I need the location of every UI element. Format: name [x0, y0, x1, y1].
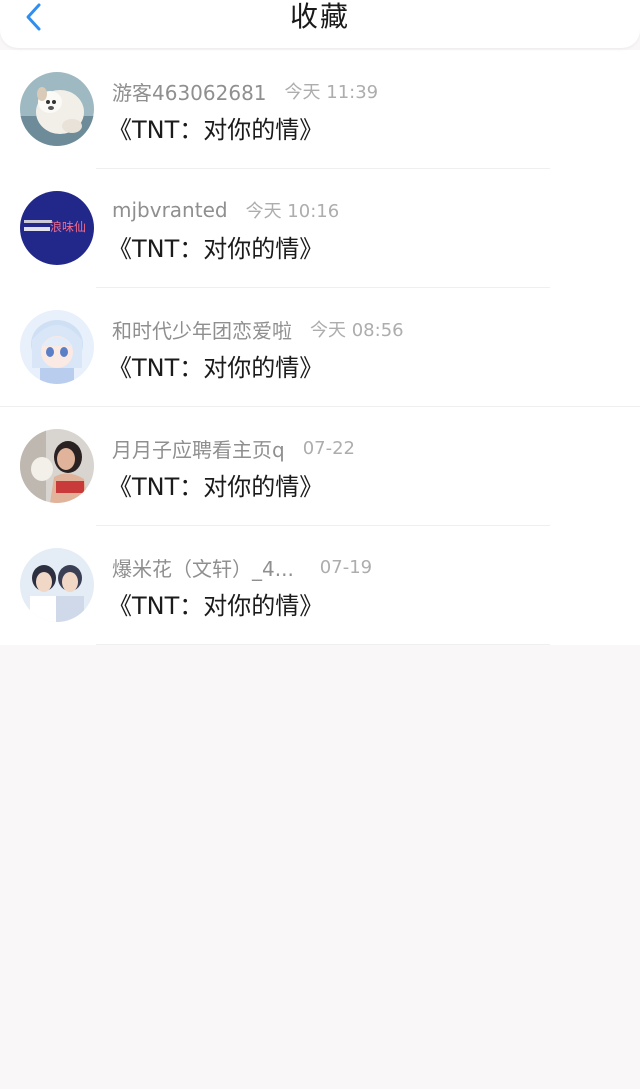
username[interactable]: 爆米花（文轩）_4... [112, 553, 294, 582]
avatar-logo-text: 浪味仙 [50, 219, 86, 234]
two-boys-photo-icon [20, 548, 94, 622]
list-item[interactable]: 月月子应聘看主页q 07-22 《TNT：对你的情》 [0, 407, 640, 526]
anime-girl-icon [20, 310, 94, 384]
timestamp: 今天 10:16 [245, 201, 340, 222]
item-meta: mjbvranted 今天 10:16 [112, 197, 339, 223]
text-logo-icon: 浪味仙 [20, 191, 94, 265]
woman-photo-icon [20, 429, 94, 503]
username[interactable]: 和时代少年团恋爱啦 [112, 315, 292, 344]
dog-photo-icon [20, 72, 94, 146]
top-nav-bar: 收藏 [0, 0, 640, 48]
avatar[interactable] [20, 429, 94, 503]
page-title: 收藏 [289, 0, 350, 33]
favorite-title[interactable]: 《TNT：对你的情》 [108, 586, 323, 621]
avatar[interactable] [20, 548, 94, 622]
item-meta: 月月子应聘看主页q 07-22 [112, 434, 356, 463]
timestamp: 07-19 [319, 556, 373, 578]
favorite-title[interactable]: 《TNT：对你的情》 [108, 467, 323, 502]
timestamp: 07-22 [302, 437, 356, 459]
timestamp: 今天 08:56 [310, 320, 404, 341]
favorite-title[interactable]: 《TNT：对你的情》 [108, 110, 323, 145]
favorites-list: 游客463062681 今天 11:39 《TNT：对你的情》 浪味仙 mjbv… [0, 50, 640, 645]
list-item[interactable]: 游客463062681 今天 11:39 《TNT：对你的情》 [0, 50, 640, 169]
item-meta: 和时代少年团恋爱啦 今天 08:56 [112, 315, 404, 344]
favorite-title[interactable]: 《TNT：对你的情》 [108, 348, 323, 383]
avatar[interactable]: 浪味仙 [20, 191, 94, 265]
item-meta: 游客463062681 今天 11:39 [112, 77, 379, 106]
list-item[interactable]: 浪味仙 mjbvranted 今天 10:16 《TNT：对你的情》 [0, 169, 640, 288]
list-item[interactable]: 爆米花（文轩）_4... 07-19 《TNT：对你的情》 [0, 526, 640, 645]
divider [96, 644, 550, 645]
username[interactable]: 游客463062681 [112, 77, 267, 106]
item-meta: 爆米花（文轩）_4... 07-19 [112, 553, 373, 582]
timestamp: 今天 11:39 [284, 82, 379, 103]
favorites-page: 收藏 游客463062681 今天 11:39 《TNT：对你的情》 浪味仙 m… [0, 0, 640, 1089]
avatar[interactable] [20, 310, 94, 384]
list-item[interactable]: 和时代少年团恋爱啦 今天 08:56 《TNT：对你的情》 [0, 288, 640, 407]
avatar[interactable] [20, 72, 94, 146]
username[interactable]: 月月子应聘看主页q [112, 434, 285, 463]
username[interactable]: mjbvranted [112, 198, 228, 222]
favorite-title[interactable]: 《TNT：对你的情》 [108, 229, 323, 264]
